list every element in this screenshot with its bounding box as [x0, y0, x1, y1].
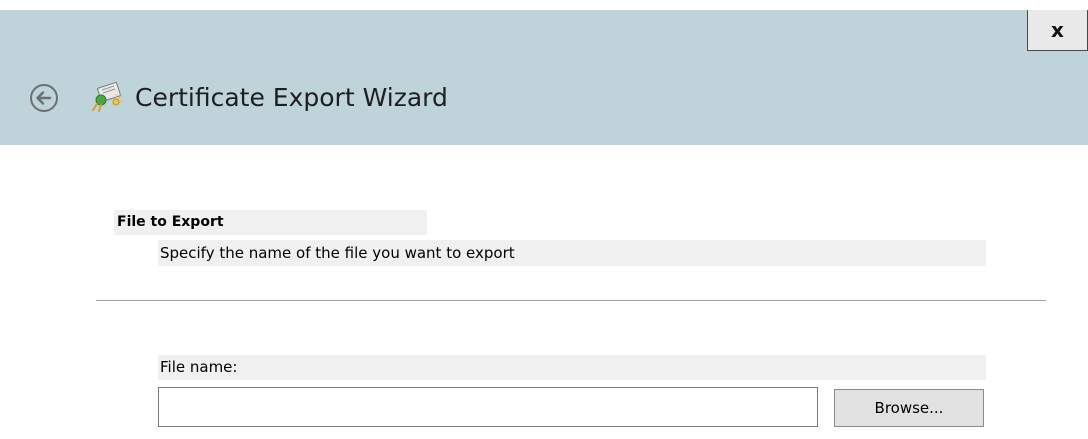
- back-arrow-icon[interactable]: [28, 82, 60, 114]
- browse-button-label: Browse...: [874, 399, 944, 417]
- page-subheading: Specify the name of the file you want to…: [158, 240, 986, 266]
- close-icon: x: [1051, 18, 1064, 42]
- file-name-input[interactable]: [158, 387, 818, 427]
- browse-button[interactable]: Browse...: [834, 389, 984, 427]
- close-button[interactable]: x: [1027, 10, 1088, 51]
- file-name-label: File name:: [158, 355, 986, 380]
- top-strip: [0, 0, 1088, 10]
- page-heading: File to Export: [114, 210, 427, 235]
- wizard-header: [0, 10, 1088, 145]
- certificate-wizard-icon: [92, 82, 123, 112]
- wizard-title: Certificate Export Wizard: [135, 83, 448, 112]
- header-divider: [96, 300, 1046, 301]
- certificate-export-wizard-window: x Certificate Export Wizard File to Expo…: [0, 0, 1088, 439]
